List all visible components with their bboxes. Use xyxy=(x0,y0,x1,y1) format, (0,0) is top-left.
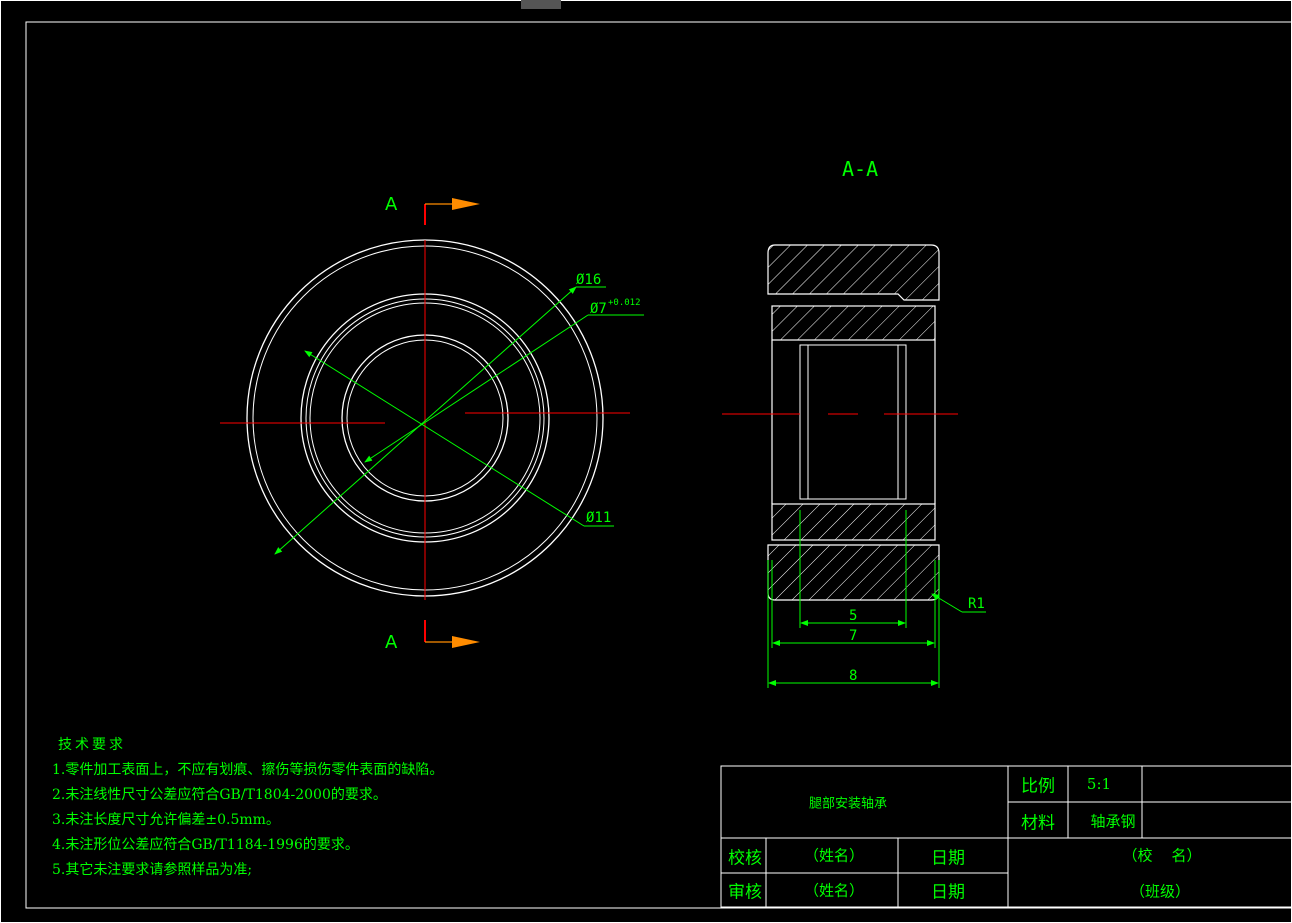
dim-inner-width: 5 xyxy=(849,608,857,624)
tech-requirement-item: 4.未注形位公差应符合GB/T1184-1996的要求。 xyxy=(52,837,359,853)
section-view: A-A 5 7 8 R1 xyxy=(722,157,986,688)
cut-arrow-bottom-head xyxy=(452,636,480,648)
tech-requirement-item: 1.零件加工表面上，不应有划痕、擦伤等损伤零件表面的缺陷。 xyxy=(52,762,444,778)
dim-bore-dia: Ø7 xyxy=(590,301,607,317)
dim-total-width: 8 xyxy=(849,668,857,684)
tech-requirements: 技术要求 1.零件加工表面上，不应有划痕、擦伤等损伤零件表面的缺陷。 2.未注线… xyxy=(52,733,443,883)
review-name: （姓名） xyxy=(803,881,865,900)
dim-race-dia: Ø11 xyxy=(586,510,611,526)
dim-fillet: R1 xyxy=(968,596,985,612)
scale-label: 比例 xyxy=(1021,776,1055,797)
material-label: 材料 xyxy=(1021,813,1055,834)
class-name: （班级） xyxy=(1129,882,1191,901)
tech-requirements-heading: 技术要求 xyxy=(58,737,126,753)
cut-arrow-top-head xyxy=(452,198,480,210)
front-view: A A Ø16 Ø7 +0.012 Ø11 xyxy=(220,194,644,653)
scale-value: 5:1 xyxy=(1086,775,1112,793)
cut-label-bottom: A xyxy=(385,632,398,653)
review-date: 日期 xyxy=(931,882,965,903)
dim-leader-bore xyxy=(364,314,589,463)
cad-toolbar-remnant xyxy=(521,0,561,9)
outer-ring-bottom xyxy=(767,544,940,601)
section-title: A-A xyxy=(842,157,878,181)
inner-ring-bottom xyxy=(771,503,936,541)
fillet-leader xyxy=(931,593,963,613)
dim-outer-dia: Ø16 xyxy=(576,272,601,288)
tech-requirement-item: 2.未注线性尺寸公差应符合GB/T1804-2000的要求。 xyxy=(52,787,387,803)
bore-inner-right xyxy=(897,344,907,500)
material-value: 轴承钢 xyxy=(1090,812,1136,831)
check-label: 校核 xyxy=(728,848,762,869)
review-label: 审核 xyxy=(728,882,762,903)
check-date: 日期 xyxy=(931,848,965,869)
school-name: （校 名） xyxy=(1122,846,1202,865)
inner-ring-top xyxy=(771,305,936,341)
dim-bore-tol: +0.012 xyxy=(608,298,641,308)
part-name: 腿部安装轴承 xyxy=(808,796,888,812)
check-name: （姓名） xyxy=(803,846,865,865)
outer-ring-top xyxy=(767,244,940,301)
tech-requirement-item: 3.未注长度尺寸允许偏差±0.5mm。 xyxy=(52,812,280,828)
bore-inner-left xyxy=(799,344,809,500)
cut-label-top: A xyxy=(385,194,398,215)
tech-requirement-item: 5.其它未注要求请参照样品为准; xyxy=(52,862,253,878)
dim-ring-width: 7 xyxy=(849,628,857,644)
